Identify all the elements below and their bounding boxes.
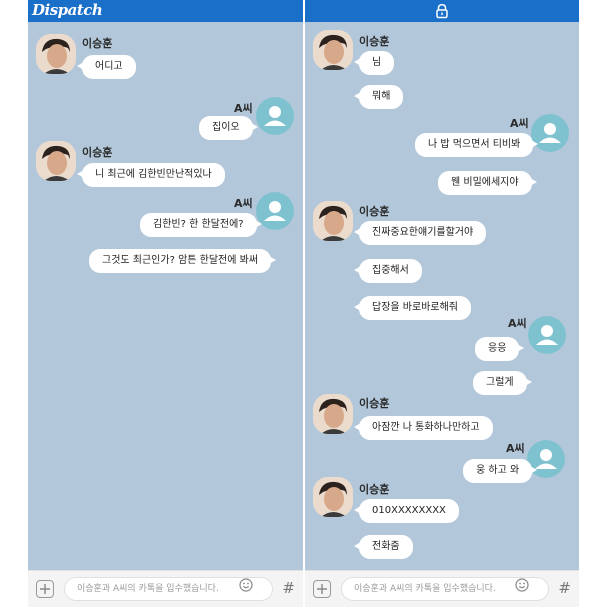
avatar-lee-seunghoon[interactable] — [313, 201, 353, 241]
sender-name: 이승훈 — [359, 205, 390, 218]
avatar-photo — [313, 201, 353, 241]
chat-area[interactable]: 이승훈 님 뭐해 A씨 나 밥 먹으면서 티비봐 웬 비밀에세지야 이승훈 진짜… — [305, 22, 579, 571]
sender-name: 이승훈 — [82, 37, 113, 50]
sender-name: A씨 — [234, 197, 253, 210]
message-bubble[interactable]: 웅 하고 와 — [463, 459, 538, 483]
emoji-icon[interactable] — [515, 578, 529, 592]
sender-name: 이승훈 — [359, 397, 390, 410]
message-bubble[interactable]: 웬 비밀에세지야 — [438, 171, 537, 195]
lock-icon — [436, 4, 448, 19]
message-bubble[interactable]: 010XXXXXXXX — [354, 499, 459, 523]
message-bubble[interactable]: 집이오 — [199, 116, 258, 140]
plus-button[interactable] — [36, 580, 54, 598]
input-bar: 이승훈과 A씨의 카톡을 입수했습니다. # — [305, 570, 579, 607]
chat-panel-right: 이승훈 님 뭐해 A씨 나 밥 먹으면서 티비봐 웬 비밀에세지야 이승훈 진짜… — [305, 0, 579, 607]
message-bubble[interactable]: 니 최근에 김한빈만난적있나 — [77, 163, 225, 187]
plus-icon — [40, 584, 50, 594]
avatar-photo — [36, 141, 76, 181]
avatar-a-ssi[interactable] — [256, 97, 294, 135]
message-bubble[interactable]: 그럴게 — [473, 371, 532, 395]
input-bar: 이승훈과 A씨의 카톡을 입수했습니다. # — [28, 570, 303, 607]
avatar-photo — [313, 477, 353, 517]
avatar-photo — [313, 394, 353, 434]
person-icon — [264, 201, 286, 221]
avatar-photo — [313, 30, 353, 70]
message-bubble[interactable]: 답장을 바로바로해줘 — [354, 296, 471, 320]
chat-panel-left: Dispatch 이승훈 어디고 A씨 집이오 이승훈 니 최근에 김한빈만난적… — [28, 0, 303, 607]
chat-area[interactable]: 이승훈 어디고 A씨 집이오 이승훈 니 최근에 김한빈만난적있나 A씨 김한빈… — [28, 22, 303, 571]
dispatch-logo: Dispatch — [32, 1, 103, 19]
hash-icon[interactable]: # — [282, 579, 295, 597]
person-icon — [536, 325, 558, 345]
emoji-icon[interactable] — [239, 578, 253, 592]
sender-name: A씨 — [508, 317, 527, 330]
message-bubble[interactable]: 응응 — [475, 337, 525, 361]
sender-name: A씨 — [234, 102, 253, 115]
message-bubble[interactable]: 나 밥 먹으면서 티비봐 — [415, 133, 539, 157]
message-bubble[interactable]: 전화줌 — [354, 535, 413, 559]
plus-button[interactable] — [313, 580, 331, 598]
sender-name: A씨 — [510, 117, 529, 130]
message-bubble[interactable]: 김한빈? 한 한달전에? — [140, 213, 262, 237]
avatar-lee-seunghoon[interactable] — [36, 141, 76, 181]
message-bubble[interactable]: 집중해서 — [354, 259, 422, 283]
message-bubble[interactable]: 진짜중요한얘기를할거야 — [353, 221, 487, 245]
avatar-lee-seunghoon[interactable] — [313, 30, 353, 70]
message-bubble[interactable]: 뭐해 — [353, 85, 404, 109]
message-bubble[interactable]: 아잠깐 나 통화하나만하고 — [354, 416, 493, 440]
sender-name: A씨 — [506, 442, 525, 455]
avatar-lee-seunghoon[interactable] — [36, 34, 76, 74]
message-bubble[interactable]: 어디고 — [77, 55, 136, 79]
hash-icon[interactable]: # — [558, 579, 571, 597]
top-bar — [305, 0, 579, 22]
message-bubble[interactable]: 님 — [353, 51, 395, 75]
sender-name: 이승훈 — [359, 483, 390, 496]
top-bar: Dispatch — [28, 0, 303, 22]
avatar-a-ssi[interactable] — [528, 316, 566, 354]
plus-icon — [317, 584, 327, 594]
person-icon — [264, 106, 286, 126]
avatar-lee-seunghoon[interactable] — [313, 394, 353, 434]
message-bubble[interactable]: 그것도 최근인가? 암튼 한달전에 봐써 — [89, 249, 277, 273]
sender-name: 이승훈 — [82, 146, 113, 159]
avatar-a-ssi[interactable] — [256, 192, 294, 230]
sender-name: 이승훈 — [359, 35, 390, 48]
avatar-photo — [36, 34, 76, 74]
avatar-lee-seunghoon[interactable] — [313, 477, 353, 517]
